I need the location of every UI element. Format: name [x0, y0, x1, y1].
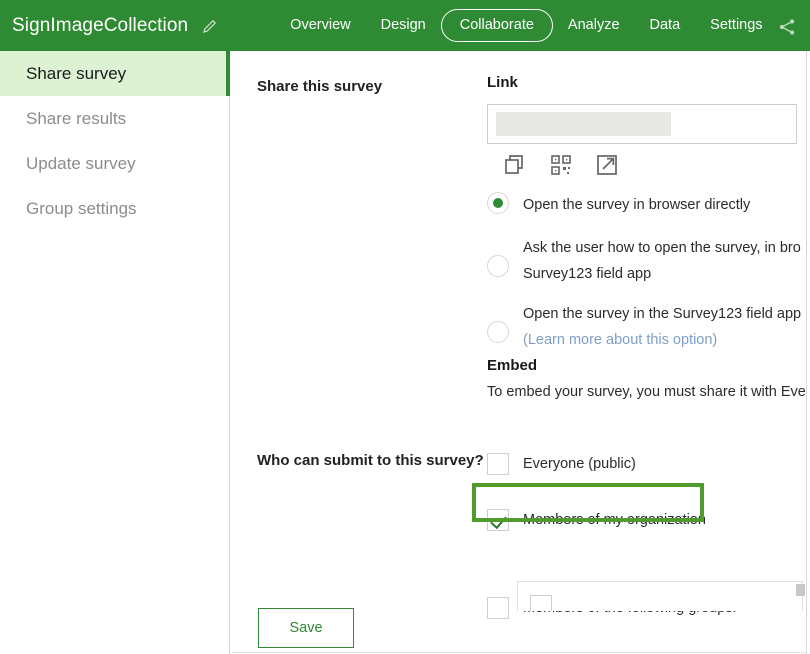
link-section: Link [487, 74, 806, 177]
group-item-checkbox[interactable] [530, 595, 552, 611]
nav-tab-settings[interactable]: Settings [695, 9, 777, 42]
sidebar-item-share-results[interactable]: Share results [0, 96, 230, 141]
nav-tab-analyze[interactable]: Analyze [553, 9, 635, 42]
groups-selection-panel[interactable] [517, 581, 803, 611]
link-input[interactable] [487, 104, 797, 144]
checkbox-everyone-label: Everyone (public) [523, 456, 636, 472]
app-header: SignImageCollection Overview Design Coll… [0, 0, 810, 51]
sidebar-item-label: Share survey [26, 63, 127, 83]
radio-option-browser[interactable]: Open the survey in browser directly [487, 192, 806, 218]
sidebar-item-label: Share results [26, 108, 127, 128]
link-action-icons [487, 153, 806, 177]
radio-ask-user-indicator[interactable] [487, 255, 509, 277]
open-behavior-options: Open the survey in browser directly Ask … [487, 192, 806, 370]
embed-heading: Embed [487, 357, 538, 374]
nav-tab-design[interactable]: Design [366, 9, 441, 42]
radio-option-ask-user[interactable]: Ask the user how to open the survey, in … [487, 235, 806, 287]
copy-icon[interactable] [503, 153, 527, 177]
qr-code-icon[interactable] [549, 153, 573, 177]
nav-tab-data[interactable]: Data [635, 9, 696, 42]
sidebar-item-update-survey[interactable]: Update survey [0, 141, 230, 186]
checkbox-option-everyone[interactable]: Everyone (public) [487, 449, 806, 479]
main-navigation: Overview Design Collaborate Analyze Data… [275, 8, 777, 43]
nav-tab-collaborate[interactable]: Collaborate [440, 8, 553, 43]
pencil-icon[interactable] [200, 16, 220, 36]
redacted-link-value [496, 112, 671, 136]
radio-ask-user-label: Ask the user how to open the survey, in … [523, 240, 801, 256]
radio-ask-user-label-line2: Survey123 field app [523, 266, 652, 282]
checkbox-organization-indicator[interactable] [487, 509, 509, 531]
nav-tab-overview[interactable]: Overview [275, 9, 365, 42]
link-label: Link [487, 74, 518, 91]
sidebar-item-share-survey[interactable]: Share survey [0, 51, 230, 96]
checkbox-everyone-indicator[interactable] [487, 453, 509, 475]
radio-browser-label: Open the survey in browser directly [523, 197, 751, 213]
learn-more-link[interactable]: (Learn more about this option) [523, 327, 801, 353]
checkbox-organization-label: Members of my organization [523, 512, 706, 528]
embed-section: Embed To embed your survey, you must sha… [487, 357, 806, 400]
open-external-icon[interactable] [595, 153, 619, 177]
share-this-survey-label: Share this survey [257, 78, 383, 95]
groups-panel-scrollbar[interactable] [796, 584, 805, 596]
sidebar: Share survey Share results Update survey… [0, 51, 230, 654]
radio-browser-indicator[interactable] [487, 192, 509, 214]
embed-description: To embed your survey, you must share it … [487, 384, 806, 400]
radio-option-field-app[interactable]: Open the survey in the Survey123 field a… [487, 301, 806, 353]
right-margin-strip [806, 51, 810, 654]
main-content: Share this survey Link Open the survey i… [231, 51, 806, 654]
radio-field-app-indicator[interactable] [487, 321, 509, 343]
who-can-submit-label: Who can submit to this survey? [257, 452, 484, 469]
checkbox-groups-indicator[interactable] [487, 597, 509, 619]
share-icon[interactable] [776, 16, 798, 38]
sidebar-item-label: Update survey [26, 153, 136, 173]
sidebar-item-group-settings[interactable]: Group settings [0, 186, 230, 231]
checkbox-option-organization[interactable]: Members of my organization [487, 505, 806, 535]
save-button[interactable]: Save [258, 608, 354, 648]
page-title: SignImageCollection [12, 14, 189, 36]
bottom-divider [231, 652, 806, 653]
sidebar-item-label: Group settings [26, 198, 137, 218]
radio-field-app-label: Open the survey in the Survey123 field a… [523, 306, 802, 322]
survey123-collaborate-page: SignImageCollection Overview Design Coll… [0, 0, 810, 654]
